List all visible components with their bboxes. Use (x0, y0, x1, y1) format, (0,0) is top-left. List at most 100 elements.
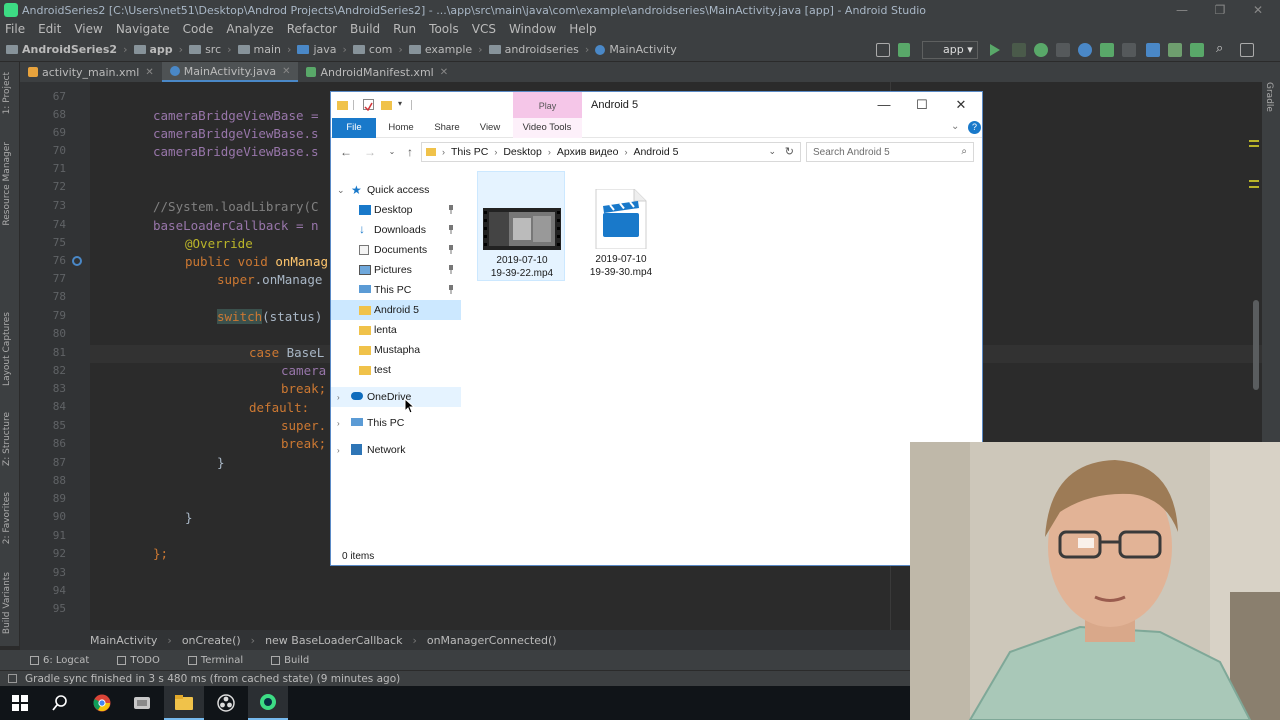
file-item[interactable]: 2019-07-10 19-39-30.mp4 (577, 171, 665, 281)
layout-captures-tab[interactable]: Layout Captures (2, 312, 12, 386)
up-icon[interactable]: ↑ (401, 143, 419, 161)
sync-gradle-icon[interactable] (1146, 43, 1160, 57)
run-config-select[interactable]: app ▾ (922, 41, 978, 59)
forward-icon[interactable]: → (361, 143, 379, 161)
tab-androidmanifest-xml[interactable]: AndroidManifest.xml ✕ (298, 62, 456, 82)
menu-view[interactable]: View (74, 22, 102, 36)
address-segment[interactable]: This PC (451, 146, 488, 158)
build-tab[interactable]: Build (271, 655, 323, 666)
ribbon-tab-view[interactable]: View (476, 118, 504, 138)
menu-refactor[interactable]: Refactor (287, 22, 337, 36)
warning-marker[interactable] (1249, 145, 1259, 147)
tab-activity-main-xml[interactable]: activity_main.xml ✕ (20, 62, 162, 82)
taskbar-chrome[interactable] (82, 686, 122, 720)
warning-marker[interactable] (1249, 180, 1259, 182)
breadcrumb-item[interactable]: onCreate() (182, 634, 241, 647)
menu-edit[interactable]: Edit (38, 22, 61, 36)
ribbon-tab-video-tools[interactable]: Video Tools (517, 118, 577, 138)
coverage-icon[interactable] (1056, 43, 1070, 57)
menu-run[interactable]: Run (393, 22, 416, 36)
nav-item-mustapha[interactable]: Mustapha (331, 340, 461, 360)
nav-item-downloads[interactable]: ↓ Downloads (331, 220, 461, 240)
close-tab-icon[interactable]: ✕ (440, 67, 448, 78)
breadcrumb-item[interactable]: onManagerConnected() (427, 634, 557, 647)
back-icon[interactable]: ← (337, 143, 355, 161)
nav-crumb-java[interactable]: java › (297, 43, 347, 56)
todo-tab[interactable]: TODO (117, 655, 174, 666)
nav-item-documents[interactable]: Documents (331, 240, 461, 260)
menu-help[interactable]: Help (569, 22, 596, 36)
nav-crumb-src[interactable]: src › (189, 43, 232, 56)
menu-code[interactable]: Code (183, 22, 214, 36)
expand-ribbon-icon[interactable]: ⌄ (951, 121, 959, 132)
menu-analyze[interactable]: Analyze (226, 22, 273, 36)
nav-item-this-pc[interactable]: › This PC (331, 413, 461, 433)
breadcrumb-item[interactable]: new BaseLoaderCallback (265, 634, 402, 647)
ribbon-tab-share[interactable]: Share (431, 118, 463, 138)
ribbon-tab-home[interactable]: Home (385, 118, 417, 138)
taskbar-file-explorer[interactable] (164, 686, 204, 720)
breadcrumb-item[interactable]: MainActivity (90, 634, 157, 647)
gradle-tool-tab[interactable]: Gradle (1264, 82, 1274, 112)
close-icon[interactable]: ✕ (1238, 0, 1278, 20)
tab-mainactivity-java[interactable]: MainActivity.java ✕ (161, 62, 299, 82)
nav-item-onedrive[interactable]: › OneDrive (331, 387, 461, 407)
menu-build[interactable]: Build (350, 22, 380, 36)
close-icon[interactable]: ✕ (942, 92, 980, 118)
nav-crumb-example[interactable]: example › (408, 43, 483, 56)
search-icon[interactable]: ⌕ (1216, 41, 1223, 56)
menu-file[interactable]: File (5, 22, 25, 36)
structure-tab[interactable]: Z: Structure (2, 412, 12, 466)
properties-icon[interactable] (363, 99, 374, 112)
run-icon[interactable] (990, 44, 1000, 56)
nav-item-lenta[interactable]: lenta (331, 320, 461, 340)
apply-changes-icon[interactable] (1012, 43, 1026, 57)
refresh-icon[interactable]: ↻ (785, 145, 794, 158)
nav-item-this-pc-pinned[interactable]: This PC (331, 280, 461, 300)
help-icon[interactable]: ? (968, 121, 981, 134)
taskbar-obs[interactable] (206, 686, 246, 720)
nav-quick-access[interactable]: ⌄ ★ Quick access (331, 180, 461, 200)
close-tab-icon[interactable]: ✕ (145, 67, 153, 78)
address-segment[interactable]: Desktop (503, 146, 542, 158)
menu-tools[interactable]: Tools (429, 22, 459, 36)
nav-crumb-mainactivity[interactable]: MainActivity (595, 43, 677, 56)
nav-crumb-project[interactable]: AndroidSeries2 › (6, 43, 128, 56)
warning-marker[interactable] (1249, 186, 1259, 188)
search-button[interactable] (40, 686, 80, 720)
project-structure-icon[interactable] (876, 43, 890, 57)
debug-icon[interactable] (1034, 43, 1048, 57)
nav-crumb-com[interactable]: com › (352, 43, 403, 56)
build-variants-tab[interactable]: Build Variants (2, 572, 12, 634)
nav-item-pictures[interactable]: Pictures (331, 260, 461, 280)
address-segment[interactable]: Архив видео (557, 146, 619, 158)
nav-item-desktop[interactable]: Desktop (331, 200, 461, 220)
maximize-icon[interactable]: ☐ (903, 92, 941, 118)
terminal-tab[interactable]: Terminal (187, 655, 257, 666)
attach-debugger-icon[interactable] (1100, 43, 1114, 57)
menu-window[interactable]: Window (509, 22, 556, 36)
nav-crumb-main[interactable]: main › (237, 43, 291, 56)
stop-icon[interactable] (1122, 43, 1136, 57)
nav-item-test[interactable]: test (331, 360, 461, 380)
search-input[interactable]: Search Android 5 ⌕ (806, 142, 974, 162)
menu-vcs[interactable]: VCS (472, 22, 496, 36)
menu-navigate[interactable]: Navigate (116, 22, 170, 36)
address-history-icon[interactable]: ⌄ (768, 146, 776, 157)
close-tab-icon[interactable]: ✕ (282, 66, 290, 77)
hammer-icon[interactable] (898, 43, 910, 57)
minimize-icon[interactable]: — (1162, 0, 1202, 20)
layout-icon[interactable] (1240, 43, 1254, 57)
minimize-icon[interactable]: — (865, 92, 903, 118)
tool-window-toggle-icon[interactable] (8, 674, 17, 683)
sdk-manager-icon[interactable] (1190, 43, 1204, 57)
address-bar[interactable]: › This PC › Desktop › Архив видео › Android… (421, 142, 801, 162)
logcat-tab[interactable]: 6: Logcat (30, 655, 103, 666)
project-tool-tab[interactable]: 1: Project (2, 72, 12, 114)
ribbon-tab-file[interactable]: File (332, 118, 376, 138)
new-folder-icon[interactable] (381, 101, 392, 110)
nav-crumb-androidseries[interactable]: androidseries › (488, 43, 589, 56)
profile-icon[interactable] (1078, 43, 1092, 57)
start-button[interactable] (0, 686, 40, 720)
address-segment[interactable]: Android 5 (633, 146, 678, 158)
